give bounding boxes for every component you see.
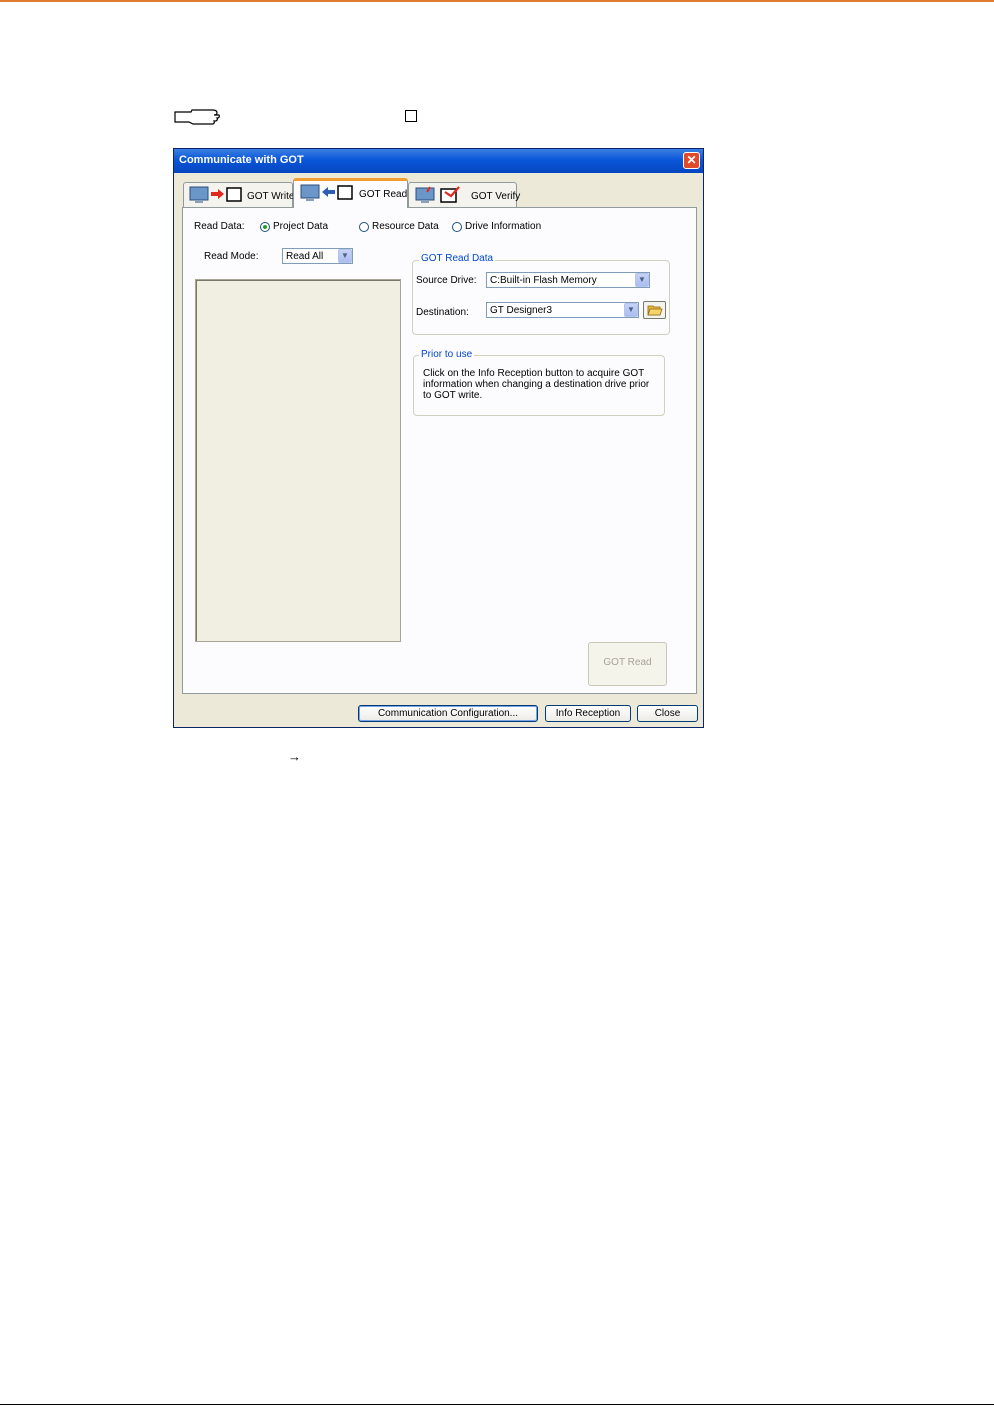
communication-configuration-button[interactable]: Communication Configuration... bbox=[358, 705, 538, 722]
got-read-panel: Read Data: Project Data Resource Data Dr… bbox=[182, 207, 697, 694]
source-drive-select[interactable]: C:Built-in Flash Memory ▼ bbox=[486, 272, 650, 288]
radio-resource-data-label[interactable]: Resource Data bbox=[372, 221, 439, 232]
prior-to-use-text: Click on the Info Reception button to ac… bbox=[423, 368, 650, 401]
read-mode-value: Read All bbox=[286, 251, 324, 262]
radio-drive-information-label[interactable]: Drive Information bbox=[465, 221, 541, 232]
tab-got-read[interactable]: GOT Read bbox=[293, 178, 408, 208]
tab-got-verify-label: GOT Verify bbox=[471, 191, 521, 202]
read-mode-select[interactable]: Read All ▼ bbox=[282, 248, 353, 264]
reference-hand-icon bbox=[174, 109, 220, 125]
read-data-label: Read Data: bbox=[194, 221, 245, 232]
tab-got-write-label: GOT Write bbox=[247, 191, 295, 202]
read-data-listbox[interactable] bbox=[195, 279, 401, 642]
radio-project-data-label[interactable]: Project Data bbox=[273, 221, 328, 232]
source-drive-label: Source Drive: bbox=[416, 275, 477, 286]
got-read-data-title: GOT Read Data bbox=[419, 253, 496, 264]
chevron-down-icon[interactable]: ▼ bbox=[635, 273, 649, 287]
destination-label: Destination: bbox=[416, 307, 469, 318]
close-button[interactable]: Close bbox=[637, 705, 698, 722]
tab-got-write[interactable]: GOT Write bbox=[183, 182, 295, 208]
read-mode-label: Read Mode: bbox=[204, 251, 259, 262]
page-bottom-rule bbox=[0, 1404, 994, 1405]
monitor-check-icon bbox=[415, 186, 460, 203]
tab-got-verify[interactable]: GOT Verify bbox=[408, 182, 521, 208]
got-read-button[interactable]: GOT Read bbox=[588, 642, 667, 686]
browse-folder-button[interactable] bbox=[643, 301, 666, 319]
info-reception-button[interactable]: Info Reception bbox=[545, 705, 631, 722]
monitor-arrow-left-icon bbox=[300, 184, 353, 201]
reference-box-icon bbox=[405, 110, 417, 122]
communicate-with-got-dialog: Communicate with GOT ✕ GOT Write GOT Rea… bbox=[173, 148, 704, 728]
arrow-right-icon: → bbox=[288, 749, 301, 764]
title-bar[interactable]: Communicate with GOT ✕ bbox=[174, 149, 703, 173]
radio-drive-information[interactable] bbox=[452, 222, 462, 232]
tab-got-read-label: GOT Read bbox=[359, 189, 408, 200]
chevron-down-icon[interactable]: ▼ bbox=[624, 303, 638, 317]
radio-project-data[interactable] bbox=[260, 222, 270, 232]
source-drive-value: C:Built-in Flash Memory bbox=[490, 275, 597, 286]
prior-to-use-title: Prior to use bbox=[419, 349, 475, 360]
destination-select[interactable]: GT Designer3 ▼ bbox=[486, 302, 639, 318]
page-top-rule bbox=[0, 0, 994, 2]
chevron-down-icon[interactable]: ▼ bbox=[338, 249, 352, 263]
destination-value: GT Designer3 bbox=[490, 305, 553, 316]
open-folder-icon bbox=[647, 305, 663, 316]
radio-resource-data[interactable] bbox=[359, 222, 369, 232]
window-title: Communicate with GOT bbox=[179, 154, 304, 166]
monitor-arrow-right-icon bbox=[189, 186, 242, 203]
window-close-button[interactable]: ✕ bbox=[683, 152, 700, 169]
